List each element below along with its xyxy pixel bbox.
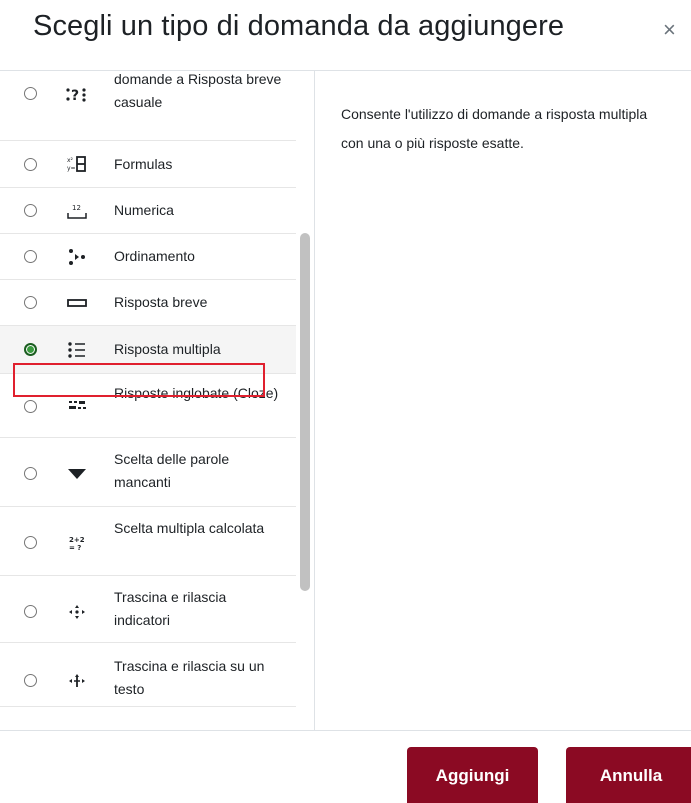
option-ordering[interactable]: Ordinamento — [0, 234, 296, 280]
option-label: Corrispondenze con domande a Risposta br… — [114, 71, 282, 110]
question-type-description: Consente l'utilizzo di domande a rispost… — [341, 106, 648, 151]
option-label: Trascina e rilascia su un testo — [114, 658, 265, 697]
svg-text:y=: y= — [67, 165, 76, 172]
svg-text:2+2: 2+2 — [69, 536, 85, 544]
option-radio[interactable] — [24, 605, 37, 618]
option-label: Risposta multipla — [114, 341, 221, 357]
option-label: Formulas — [114, 156, 173, 172]
option-calculated-multichoice[interactable]: 2+2 = ? Scelta multipla calcolata — [0, 507, 296, 576]
option-radio[interactable] — [24, 204, 37, 217]
select-missing-words-icon — [63, 464, 91, 484]
dialog-body: ? Corrispondenze con domande a Risposta … — [0, 70, 691, 731]
selected-option-highlight — [13, 363, 265, 397]
option-radio-selected[interactable] — [24, 343, 37, 356]
option-label: Trascina e rilascia indicatori — [114, 589, 227, 628]
option-radio[interactable] — [24, 674, 37, 687]
numerical-icon: 12 — [63, 201, 91, 221]
question-type-dialog: Scegli un tipo di domanda da aggiungere … — [0, 0, 691, 803]
option-short-answer[interactable]: Risposta breve — [0, 280, 296, 326]
option-radio[interactable] — [24, 296, 37, 309]
option-label: Scelta delle parole mancanti — [114, 451, 230, 490]
option-drag-drop-text[interactable]: Trascina e rilascia su un testo — [0, 643, 296, 707]
description-pane: Consente l'utilizzo di domande a rispost… — [315, 71, 691, 731]
option-label: Risposta breve — [114, 294, 208, 310]
dialog-header: Scegli un tipo di domanda da aggiungere … — [0, 0, 691, 70]
calculated-multichoice-icon: 2+2 = ? — [63, 533, 91, 553]
ordering-icon — [63, 247, 91, 267]
option-numerical[interactable]: 12 Numerica — [0, 188, 296, 234]
close-icon[interactable]: × — [663, 19, 676, 41]
option-drag-drop-markers[interactable]: Trascina e rilascia indicatori — [0, 576, 296, 643]
list-scrollbar[interactable] — [300, 233, 310, 591]
short-answer-icon — [63, 293, 91, 313]
option-radio[interactable] — [24, 400, 37, 413]
add-button[interactable]: Aggiungi — [407, 747, 538, 803]
option-formulas[interactable]: x² y= Formulas — [0, 141, 296, 188]
svg-text:x²: x² — [67, 157, 74, 164]
dialog-title: Scegli un tipo di domanda da aggiungere — [33, 10, 565, 42]
drag-drop-text-icon — [63, 671, 91, 691]
option-label: Numerica — [114, 202, 174, 218]
dialog-footer: Aggiungi Annulla — [0, 730, 691, 803]
option-radio[interactable] — [24, 250, 37, 263]
option-label: Scelta multipla calcolata — [114, 520, 265, 536]
svg-text:?: ? — [71, 88, 79, 104]
multichoice-icon — [63, 340, 91, 360]
question-type-list[interactable]: ? Corrispondenze con domande a Risposta … — [0, 71, 315, 731]
svg-text:= ?: = ? — [69, 544, 81, 552]
svg-text:12: 12 — [72, 204, 81, 212]
option-radio[interactable] — [24, 536, 37, 549]
option-radio[interactable] — [24, 87, 37, 100]
option-label: Ordinamento — [114, 248, 195, 264]
option-radio[interactable] — [24, 467, 37, 480]
option-select-missing-words[interactable]: Scelta delle parole mancanti — [0, 438, 296, 507]
option-random-shortanswer-match[interactable]: ? Corrispondenze con domande a Risposta … — [0, 71, 296, 141]
cloze-icon — [63, 396, 91, 416]
cancel-button[interactable]: Annulla — [566, 747, 691, 803]
drag-drop-markers-icon — [63, 602, 91, 622]
random-shortanswer-match-icon: ? — [63, 85, 91, 105]
formulas-icon: x² y= — [63, 154, 91, 174]
option-radio[interactable] — [24, 158, 37, 171]
